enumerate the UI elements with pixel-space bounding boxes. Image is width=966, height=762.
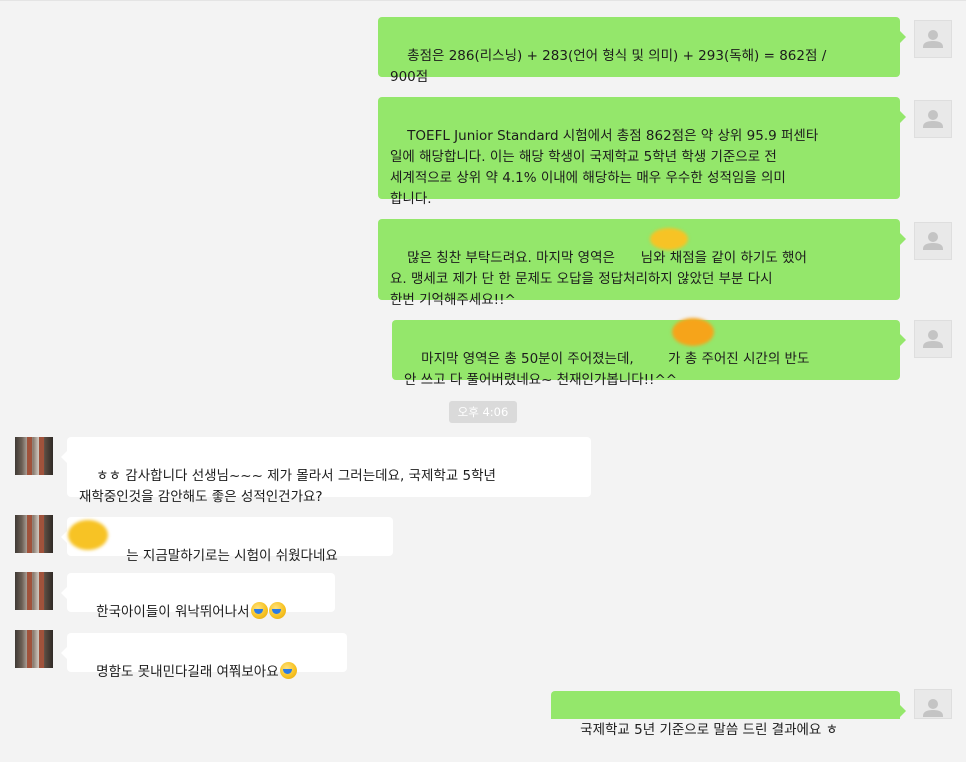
contact-avatar[interactable] xyxy=(15,437,53,475)
sent-message-bubble[interactable]: 마지막 영역은 총 50분이 주어졌는데, 가 총 주어진 시간의 반도 안 쓰… xyxy=(392,320,906,388)
received-message-bubble[interactable]: 는 지금말하기로는 시험이 쉬웠다네요 xyxy=(61,517,393,564)
received-message-bubble[interactable]: 명함도 못내민다길래 여쭤보아요 xyxy=(61,633,347,680)
message-text: 마지막 영역은 총 50분이 주어졌는데, 가 총 주어진 시간의 반도 안 쓰… xyxy=(404,351,810,388)
my-avatar[interactable] xyxy=(914,320,952,358)
message-text: 한국아이들이 워낙뛰어나서 xyxy=(96,604,250,620)
message-text: 명함도 못내민다길래 여쭤보아요 xyxy=(96,664,279,680)
message-text: 총점은 286(리스닝) + 283(언어 형식 및 의미) + 293(독해)… xyxy=(390,48,827,85)
message-text: 많은 칭찬 부탁드려요. 마지막 영역은 님와 채점을 같이 하기도 했어 요.… xyxy=(390,250,807,308)
sent-message-bubble[interactable]: TOEFL Junior Standard 시험에서 총점 862점은 약 상위… xyxy=(378,97,906,207)
my-avatar[interactable] xyxy=(914,100,952,138)
sweat-smile-icon xyxy=(268,602,286,619)
message-text: 국제학교 5년 기준으로 말씀 드린 결과에요 ㅎ xyxy=(580,722,839,738)
message-text: TOEFL Junior Standard 시험에서 총점 862점은 약 상위… xyxy=(390,128,819,207)
contact-avatar[interactable] xyxy=(15,572,53,610)
default-user-icon xyxy=(923,699,943,717)
message-text: 는 지금말하기로는 시험이 쉬웠다네요 xyxy=(96,548,338,564)
default-user-icon xyxy=(923,110,943,128)
default-user-icon xyxy=(923,232,943,250)
chat-message-list[interactable]: 총점은 286(리스닝) + 283(언어 형식 및 의미) + 293(독해)… xyxy=(0,0,966,738)
received-message-bubble[interactable]: 한국아이들이 워낙뛰어나서 xyxy=(61,573,335,620)
default-user-icon xyxy=(923,30,943,48)
my-avatar[interactable] xyxy=(914,20,952,58)
sweat-smile-icon xyxy=(250,602,268,619)
message-text: ㅎㅎ 감사합니다 선생님~~~ 제가 몰라서 그러는데요, 국제학교 5학년 재… xyxy=(79,468,496,505)
sent-message-bubble[interactable]: 많은 칭찬 부탁드려요. 마지막 영역은 님와 채점을 같이 하기도 했어 요.… xyxy=(378,219,906,308)
received-message-bubble[interactable]: ㅎㅎ 감사합니다 선생님~~~ 제가 몰라서 그러는데요, 국제학교 5학년 재… xyxy=(61,437,591,505)
my-avatar[interactable] xyxy=(914,222,952,260)
default-user-icon xyxy=(923,330,943,348)
sweat-smile-icon xyxy=(279,662,297,679)
sent-message-bubble[interactable]: 총점은 286(리스닝) + 283(언어 형식 및 의미) + 293(독해)… xyxy=(378,17,906,85)
sent-message-bubble[interactable]: 국제학교 5년 기준으로 말씀 드린 결과에요 ㅎ xyxy=(551,691,906,738)
timestamp-divider: 오후 4:06 xyxy=(449,401,517,423)
contact-avatar[interactable] xyxy=(15,630,53,668)
contact-avatar[interactable] xyxy=(15,515,53,553)
my-avatar[interactable] xyxy=(914,689,952,719)
